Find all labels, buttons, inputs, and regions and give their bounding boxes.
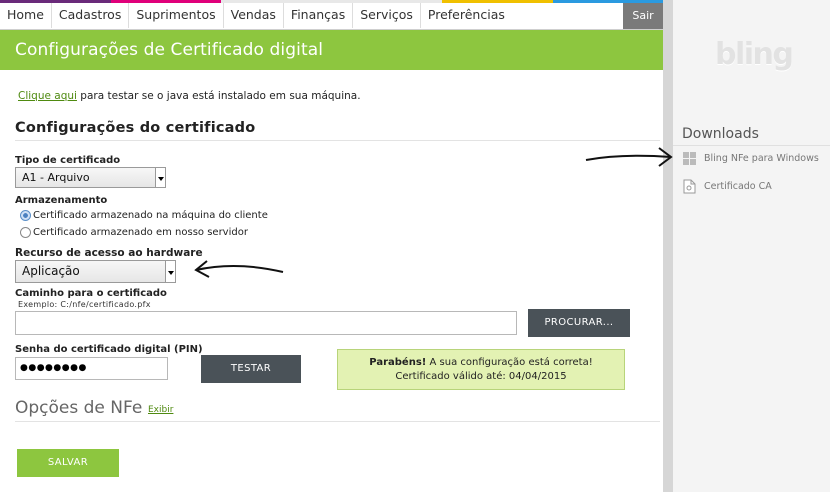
scroll-rail[interactable] [663, 0, 673, 492]
test-button[interactable]: TESTAR [201, 355, 301, 383]
pin-input[interactable]: ●●●●●●●● [15, 357, 168, 380]
dropdown-arrow-icon [155, 168, 165, 187]
downloads-divider [673, 145, 830, 146]
download-bling-nfe-label: Bling NFe para Windows [704, 153, 819, 164]
certificate-file-icon [683, 179, 696, 194]
section-divider [15, 140, 660, 141]
nav-item-financas[interactable]: Finanças [284, 3, 354, 28]
storage-option-server[interactable]: Certificado armazenado em nosso servidor [20, 227, 248, 238]
radio-unchecked-icon[interactable] [20, 227, 31, 238]
certificate-path-label: Caminho para o certificado [15, 288, 167, 299]
certificate-section-title: Configurações do certificado [15, 120, 256, 136]
top-navigation: Home Cadastros Suprimentos Vendas Finanç… [0, 0, 663, 30]
success-message-text: A sua configuração está correta! [426, 357, 593, 368]
windows-icon [683, 152, 696, 165]
nav-item-home[interactable]: Home [0, 3, 52, 28]
save-button[interactable]: SALVAR [17, 449, 119, 477]
hardware-access-label: Recurso de acesso ao hardware [15, 247, 203, 259]
page-header: Configurações de Certificado digital [0, 30, 663, 70]
main-menu: Home Cadastros Suprimentos Vendas Finanç… [0, 3, 512, 28]
storage-option-server-label: Certificado armazenado em nosso servidor [33, 227, 248, 238]
nav-item-vendas[interactable]: Vendas [224, 3, 284, 28]
page-title: Configurações de Certificado digital [15, 40, 324, 60]
pin-label: Senha do certificado digital (PIN) [15, 344, 203, 355]
nav-item-preferencias[interactable]: Preferências [421, 3, 512, 28]
storage-label: Armazenamento [15, 195, 108, 206]
downloads-title: Downloads [682, 126, 759, 142]
bling-logo: bling [715, 37, 794, 72]
success-message-box: Parabéns! A sua configuração está corret… [337, 349, 625, 390]
download-certificado-ca-label: Certificado CA [704, 181, 772, 192]
main-content: Clique aqui para testar se o java está i… [0, 70, 663, 492]
certificate-validity-text: Certificado válido até: 04/04/2015 [395, 371, 567, 382]
success-strong-text: Parabéns! [369, 357, 427, 368]
success-message-line: Parabéns! A sua configuração está corret… [338, 356, 624, 370]
nav-item-servicos[interactable]: Serviços [353, 3, 421, 28]
download-certificado-ca[interactable]: Certificado CA [683, 179, 772, 194]
certificate-path-example: Exemplo: C:/nfe/certificado.pfx [18, 300, 151, 309]
certificate-type-label: Tipo de certificado [15, 155, 121, 166]
certificate-path-input[interactable] [15, 311, 517, 335]
java-check-text: para testar se o java está instalado em … [76, 90, 361, 102]
certificate-type-value: A1 - Arquivo [22, 171, 90, 184]
certificate-type-select[interactable]: A1 - Arquivo [15, 167, 166, 188]
annotation-arrow-download [585, 147, 673, 167]
java-check-line: Clique aqui para testar se o java está i… [18, 90, 361, 102]
download-bling-nfe-windows[interactable]: Bling NFe para Windows [683, 152, 819, 165]
nfe-options-title: Opções de NFe [15, 398, 143, 418]
logout-button[interactable]: Sair [623, 3, 663, 29]
radio-checked-icon[interactable] [20, 210, 31, 221]
storage-option-client-label: Certificado armazenado na máquina do cli… [33, 210, 268, 221]
browse-button[interactable]: PROCURAR... [528, 309, 630, 337]
sidebar: bling Downloads Bling NFe para Windows C… [673, 0, 830, 492]
nav-item-cadastros[interactable]: Cadastros [52, 3, 130, 28]
annotation-arrow-hardware [194, 260, 284, 278]
nav-item-suprimentos[interactable]: Suprimentos [129, 3, 224, 28]
nfe-options-toggle-link[interactable]: Exibir [148, 405, 173, 415]
storage-option-client[interactable]: Certificado armazenado na máquina do cli… [20, 210, 268, 221]
section-divider [15, 421, 660, 422]
hardware-access-select[interactable]: Aplicação [15, 260, 176, 283]
dropdown-arrow-icon [165, 261, 175, 282]
hardware-access-value: Aplicação [22, 264, 80, 278]
java-test-link[interactable]: Clique aqui [18, 90, 77, 102]
